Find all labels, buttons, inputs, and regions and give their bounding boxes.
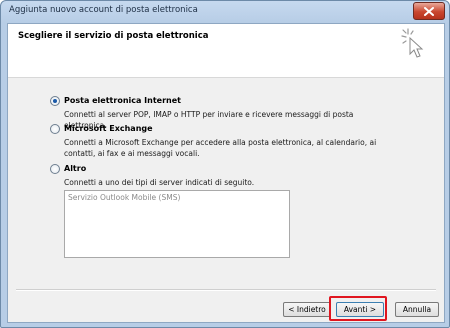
close-icon (424, 6, 434, 16)
footer-divider (16, 289, 436, 291)
cancel-button[interactable]: Annulla (395, 302, 439, 317)
dialog-window: Aggiunta nuovo account di posta elettron… (0, 0, 450, 328)
option-desc-exchange: Connetti a Microsoft Exchange per accede… (64, 138, 377, 158)
radio-internet-email[interactable] (50, 96, 60, 106)
wizard-header: Scegliere il servizio di posta elettroni… (8, 24, 444, 78)
title-bar[interactable]: Aggiunta nuovo account di posta elettron… (1, 1, 449, 21)
list-item[interactable]: Servizio Outlook Mobile (SMS) (68, 193, 180, 202)
radio-other[interactable] (50, 164, 60, 174)
option-label-exchange[interactable]: Microsoft Exchange (64, 124, 153, 133)
option-label-other[interactable]: Altro (64, 164, 86, 173)
radio-exchange[interactable] (50, 124, 60, 134)
wizard-panel: Scegliere il servizio di posta elettroni… (7, 23, 445, 323)
back-button[interactable]: < Indietro (283, 302, 331, 317)
option-desc-other: Connetti a uno dei tipi di server indica… (64, 178, 255, 187)
server-type-list[interactable]: Servizio Outlook Mobile (SMS) (64, 190, 290, 258)
close-button[interactable] (413, 2, 445, 20)
wizard-cursor-icon (401, 28, 424, 58)
window-title: Aggiunta nuovo account di posta elettron… (9, 5, 198, 15)
next-button[interactable]: Avanti > (336, 302, 384, 317)
option-label-internet-email[interactable]: Posta elettronica Internet (64, 96, 181, 105)
page-title: Scegliere il servizio di posta elettroni… (18, 31, 209, 41)
